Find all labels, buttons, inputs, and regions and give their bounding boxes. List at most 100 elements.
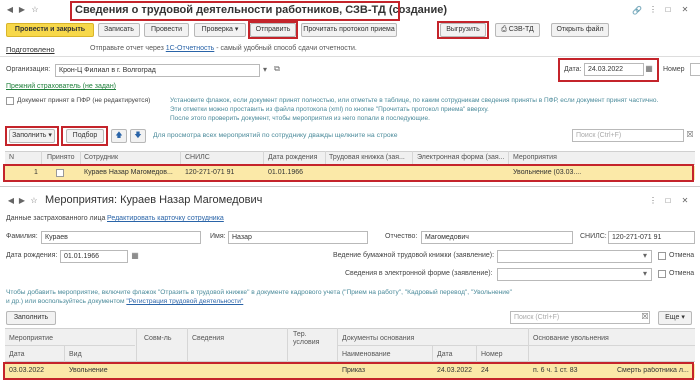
open-file-button[interactable]: Открыть файл [551,23,609,37]
search-input-1[interactable]: Поиск (Ctrl+F) [572,129,684,142]
arrow-down-icon: 🡇 [134,132,142,139]
firstname-field[interactable]: Назар [228,231,368,244]
org-open-icon[interactable]: ⧉ [272,64,282,74]
col-birth: Дата рождения [268,154,318,161]
birth-label: Дата рождения: [6,252,58,259]
more-button[interactable]: Еще ▾ [658,311,692,325]
link-icon[interactable]: 🔗 [632,6,642,16]
check-button-label: Проверка [201,26,233,33]
middlename-label: Отчество: [385,233,418,240]
upload-highlight [437,21,489,39]
col-employee: Сотрудник [84,154,119,161]
eform-field[interactable] [497,268,652,281]
more-button-label: Еще [665,314,680,321]
chevron-down-icon: ▾ [234,26,239,33]
accepted-hint-2: Эти отметки можно проставить из файла пр… [170,106,489,113]
move-up-button[interactable]: 🡅 [111,129,127,143]
registration-link[interactable]: "Регистрация трудовой деятельности" [126,298,243,305]
paper-book-field[interactable] [497,250,652,263]
print-icon: ⎙ [501,26,507,33]
move-down-button[interactable]: 🡇 [130,129,146,143]
edit-card-link[interactable]: Редактировать карточку сотрудника [107,215,224,222]
firstname-label: Имя: [210,233,226,240]
birth-field[interactable]: 01.01.1966 [60,250,128,263]
read-protocol-button[interactable]: Прочитать протокол приема [301,23,397,37]
back-icon[interactable]: ◀ [5,5,15,15]
sub-fill-button[interactable]: Заполнить [6,311,56,325]
col-events: Мероприятия [513,154,557,161]
check-button[interactable]: Проверка ▾ [194,23,246,37]
col2-doc-date: Дата [437,351,453,358]
col2-comb: Совм-ль [144,335,172,342]
org-dropdown-icon[interactable]: ▾ [260,65,270,75]
col2-type: Вид [69,351,82,358]
more-icon[interactable]: ⋮ [648,5,658,15]
cancel-checkbox-2[interactable] [658,270,666,278]
notice-prefix: Отправьте отчет через [90,45,164,52]
col2-docs: Документы основания [342,335,415,342]
cancel-label-1: Отмена [669,252,695,259]
col-eform: Электронная форма (зая... [417,154,505,161]
cancel-checkbox-1[interactable] [658,252,666,260]
paper-book-label: Ведение бумажной трудовой книжки (заявле… [333,252,495,259]
col-n: N [9,154,15,161]
lastname-label: Фамилия: [6,233,38,240]
sub-forward-icon[interactable]: ▶ [17,196,27,206]
col2-date: Дата [9,351,25,358]
arrow-up-icon: 🡅 [115,132,123,139]
reporting-link[interactable]: 1С-Отчетность [166,45,215,52]
notice-suffix: - самый удобный способ сдачи отчетности. [216,45,357,52]
snils-label: СНИЛС: [580,233,607,240]
fill-highlight [5,126,59,146]
chevron-down-icon: ▾ [681,314,685,321]
cancel-label-2: Отмена [669,270,695,277]
org-label: Организация: [6,66,51,73]
accepted-hint-3: После этого проверить документ, чтобы ме… [170,115,430,122]
select-highlight [61,126,108,146]
sub-maximize-icon[interactable]: □ [663,196,673,206]
snils-field[interactable]: 120-271-071 91 [608,231,695,244]
maximize-icon[interactable]: □ [663,5,673,15]
search-input-2[interactable]: Поиск (Ctrl+F) [510,311,650,324]
sub-title: Мероприятия: Кураев Назар Магомедович [45,194,263,206]
szv-td-label: СЗВ-ТД [508,26,534,33]
post-button[interactable]: Провести [144,23,189,37]
send-highlight [248,21,298,39]
lastname-field[interactable]: Кураев [41,231,201,244]
number-label: Номер [663,66,685,73]
col2-event: Мероприятие [9,335,53,342]
col2-doc-num: Номер [481,351,503,358]
prev-insurer-link[interactable]: Прежний страхователь (не задан) [6,83,116,90]
szv-td-button[interactable]: ⎙ СЗВ-ТД [495,23,540,37]
forward-icon[interactable]: ▶ [17,5,27,15]
sub-hint-1: Чтобы добавить мероприятие, включите фла… [6,289,512,296]
search-clear-icon[interactable]: ☒ [685,130,695,140]
row2-highlight [3,362,694,380]
star-icon[interactable]: ☆ [30,5,40,15]
accepted-checkbox[interactable] [6,97,14,105]
post-and-close-button[interactable]: Провести и закрыть [6,23,94,37]
col2-basis: Основание увольнения [533,335,609,342]
sub-back-icon[interactable]: ◀ [6,196,16,206]
search-clear-icon-2[interactable]: ☒ [640,312,650,322]
save-button[interactable]: Записать [98,23,140,37]
title-highlight [70,1,400,21]
list-hint: Для просмотра всех мероприятий по сотруд… [153,132,398,139]
close-icon[interactable]: ✕ [680,5,690,15]
sub-star-icon[interactable]: ☆ [29,196,39,206]
row-highlight [3,164,694,182]
accepted-hint-1: Установите флажок, если документ принят … [170,97,659,104]
org-field[interactable]: Крон-Ц Филиал в г. Волгоград [55,64,260,77]
accepted-label: Документ принят в ПФР (не редактируется) [17,97,151,104]
eform-dropdown-icon[interactable]: ▾ [640,269,650,279]
sub-close-icon[interactable]: ✕ [680,196,690,206]
number-field[interactable] [690,63,700,76]
eform-label: Сведения в электронной форме (заявление)… [345,270,493,277]
middlename-field[interactable]: Магомедович [421,231,573,244]
sub-hint-2: и др.) или воспользуйтесь документом "Ре… [6,298,243,305]
paper-dropdown-icon[interactable]: ▾ [640,251,650,261]
birth-calendar-icon[interactable]: ▦ [130,251,140,261]
sub-more-icon[interactable]: ⋮ [648,196,658,206]
col-snils: СНИЛС [185,154,210,161]
tab-prepared[interactable]: Подготовлено [6,45,55,54]
